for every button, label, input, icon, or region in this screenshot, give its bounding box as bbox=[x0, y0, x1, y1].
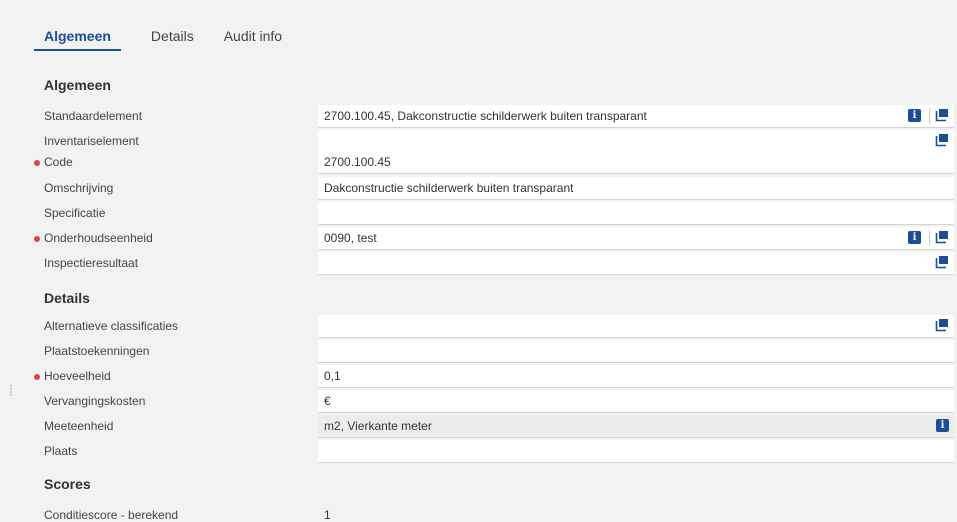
field-row-inspectieresultaat: Inspectieresultaat bbox=[0, 251, 957, 276]
onderhoudseenheid-field[interactable]: 0090, test bbox=[318, 227, 954, 250]
field-label: Alternatieve classificaties bbox=[44, 319, 179, 333]
alternatieve-classificaties-field[interactable] bbox=[318, 315, 954, 338]
field-row-conditiescore: Conditiescore - berekend 1 bbox=[0, 503, 957, 522]
omschrijving-field[interactable]: Dakconstructie schilderwerk buiten trans… bbox=[318, 177, 954, 200]
section-title-scores: Scores bbox=[44, 476, 91, 492]
conditiescore-value: 1 bbox=[324, 508, 331, 522]
field-label: Vervangingskosten bbox=[44, 394, 146, 408]
field-row-hoeveelheid: Hoeveelheid 0,1 bbox=[0, 364, 957, 389]
field-label: Conditiescore - berekend bbox=[44, 508, 179, 522]
open-record-icon[interactable] bbox=[935, 133, 949, 147]
field-label: Omschrijving bbox=[44, 181, 114, 195]
tab-audit-info[interactable]: Audit info bbox=[224, 27, 282, 51]
field-label: Inspectieresultaat bbox=[44, 256, 139, 270]
specificatie-field[interactable] bbox=[318, 202, 954, 225]
field-row-vervangingskosten: Vervangingskosten € bbox=[0, 389, 957, 414]
plaats-field[interactable] bbox=[318, 440, 954, 463]
required-indicator bbox=[34, 374, 40, 380]
resize-handle[interactable] bbox=[10, 384, 16, 398]
inspectieresultaat-field[interactable] bbox=[318, 252, 954, 275]
open-record-icon[interactable] bbox=[935, 230, 949, 244]
plaatstoekenningen-field[interactable] bbox=[318, 340, 954, 363]
field-row-onderhoudseenheid: Onderhoudseenheid 0090, test i bbox=[0, 226, 957, 251]
code-field[interactable]: 2700.100.45 bbox=[318, 151, 954, 174]
hoeveelheid-field[interactable]: 0,1 bbox=[318, 365, 954, 388]
section-title-details: Details bbox=[44, 290, 90, 306]
info-icon[interactable]: i bbox=[908, 109, 921, 122]
tab-details[interactable]: Details bbox=[151, 27, 194, 51]
field-row-plaats: Plaats bbox=[0, 439, 957, 464]
field-row-specificatie: Specificatie bbox=[0, 201, 957, 226]
separator bbox=[929, 108, 930, 124]
info-icon[interactable]: i bbox=[908, 231, 921, 244]
field-label: Plaats bbox=[44, 444, 78, 458]
open-record-icon[interactable] bbox=[935, 108, 949, 122]
field-row-code: Code 2700.100.45 bbox=[0, 150, 957, 175]
tab-bar: Algemeen Details Audit info bbox=[34, 27, 312, 51]
field-label: Code bbox=[44, 155, 73, 169]
open-record-icon[interactable] bbox=[935, 255, 949, 269]
field-row-omschrijving: Omschrijving Dakconstructie schilderwerk… bbox=[0, 176, 957, 201]
field-row-alternatieve-classificaties: Alternatieve classificaties bbox=[0, 314, 957, 339]
field-label: Plaatstoekenningen bbox=[44, 344, 150, 358]
field-label: Hoeveelheid bbox=[44, 369, 111, 383]
vervangingskosten-field[interactable]: € bbox=[318, 390, 954, 413]
info-icon[interactable]: i bbox=[936, 419, 949, 432]
required-indicator bbox=[34, 160, 40, 166]
standaardelement-field[interactable]: 2700.100.45, Dakconstructie schilderwerk… bbox=[318, 105, 954, 128]
section-title-algemeen: Algemeen bbox=[44, 77, 111, 93]
field-label: Specificatie bbox=[44, 206, 106, 220]
required-indicator bbox=[34, 236, 40, 242]
field-row-standaardelement: Standaardelement 2700.100.45, Dakconstru… bbox=[0, 104, 957, 129]
meeteenheid-field: m2, Vierkante meter bbox=[318, 415, 954, 438]
field-row-meeteenheid: Meeteenheid m2, Vierkante meter i bbox=[0, 414, 957, 439]
tab-algemeen[interactable]: Algemeen bbox=[34, 27, 121, 51]
field-label: Meeteenheid bbox=[44, 419, 114, 433]
field-label: Onderhoudseenheid bbox=[44, 231, 153, 245]
separator bbox=[929, 230, 930, 246]
field-row-plaatstoekenningen: Plaatstoekenningen bbox=[0, 339, 957, 364]
open-record-icon[interactable] bbox=[935, 318, 949, 332]
field-label: Standaardelement bbox=[44, 109, 143, 123]
